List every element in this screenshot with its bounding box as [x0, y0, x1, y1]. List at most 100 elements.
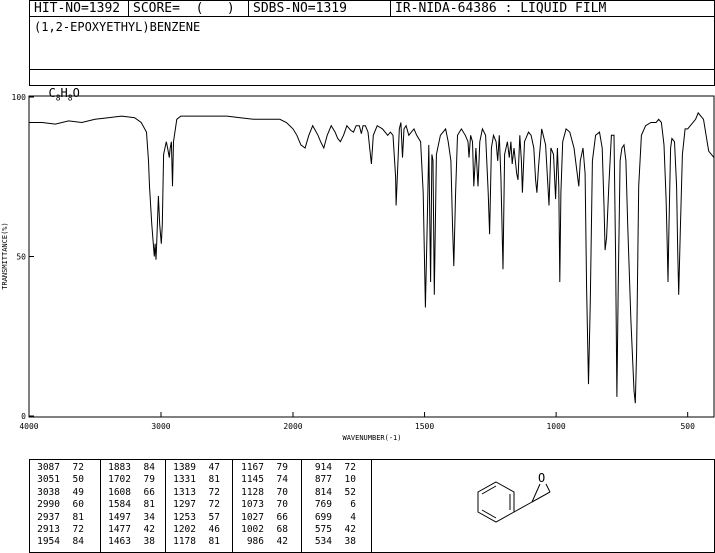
peak-wavenumber: 3087: [37, 462, 60, 473]
peak-wavenumber: 1389: [173, 462, 196, 473]
peak-transmittance: 60: [72, 499, 84, 511]
peak-transmittance: 68: [276, 524, 288, 536]
y-tick-label: 50: [16, 253, 26, 262]
peak-wavenumber: 575: [314, 524, 332, 536]
peak-wavenumber: 699: [314, 511, 332, 523]
peak-transmittance: 4: [350, 511, 356, 523]
oxygen-atom-label: O: [538, 471, 545, 485]
peak-row: 575 42: [304, 524, 356, 536]
peak-wavenumber: 769: [314, 499, 332, 511]
peak-row: 1497 34: [103, 512, 155, 524]
peak-row: 986 42: [236, 536, 288, 548]
x-tick-label: 2000: [283, 422, 302, 431]
peak-transmittance: 72: [208, 499, 220, 511]
peak-transmittance: 52: [344, 486, 356, 498]
peak-wavenumber: 534: [314, 536, 332, 548]
peak-wavenumber: 2937: [37, 511, 60, 523]
peak-wavenumber: 1027: [241, 511, 264, 523]
peak-transmittance: 81: [72, 511, 84, 523]
peak-wavenumber: 1297: [173, 499, 196, 511]
peak-row: 1389 47: [168, 462, 220, 474]
peak-transmittance: 46: [208, 524, 220, 536]
peak-row: 699 4: [304, 512, 356, 524]
peak-row: 1253 57: [168, 512, 220, 524]
peak-row: 814 52: [304, 487, 356, 499]
x-tick-label: 1500: [415, 422, 434, 431]
peak-wavenumber: 1702: [108, 474, 131, 486]
peak-wavenumber: 1497: [108, 511, 131, 523]
peak-table-divider: [100, 459, 101, 552]
peak-row: 1297 72: [168, 499, 220, 511]
peak-transmittance: 49: [72, 486, 84, 498]
peak-row: 1477 42: [103, 524, 155, 536]
styrene-oxide-structure: O: [477, 471, 551, 523]
spectrum-series-line: [29, 111, 715, 404]
peak-table-divider: [301, 459, 302, 552]
peak-transmittance: 72: [344, 462, 356, 473]
peak-transmittance: 84: [143, 462, 155, 473]
peak-row: 1002 68: [236, 524, 288, 536]
peak-wavenumber: 1883: [108, 462, 131, 473]
peak-transmittance: 70: [276, 486, 288, 498]
peak-transmittance: 79: [143, 474, 155, 486]
peak-wavenumber: 1128: [241, 486, 264, 498]
peak-transmittance: 57: [208, 511, 220, 523]
y-axis-label: TRANSMITTANCE(%): [1, 222, 9, 289]
peak-transmittance: 70: [276, 499, 288, 511]
x-axis-label: WAVENUMBER(-1): [342, 434, 401, 442]
peak-table-divider: [165, 459, 166, 552]
peak-row: 769 6: [304, 499, 356, 511]
peak-transmittance: 66: [276, 511, 288, 523]
peak-transmittance: 42: [143, 524, 155, 536]
peak-wavenumber: 1584: [108, 499, 131, 511]
peak-table-column: 1883 84 1702 79 1608 66 1584 81 1497 34 1477 42 1463…: [103, 462, 155, 549]
peak-row: 1027 66: [236, 512, 288, 524]
peak-wavenumber: 2913: [37, 524, 60, 536]
x-tick-label: 3000: [151, 422, 170, 431]
peak-wavenumber: 1313: [173, 486, 196, 498]
peak-wavenumber: 1477: [108, 524, 131, 536]
x-tick-label: 500: [680, 422, 695, 431]
peak-transmittance: 42: [344, 524, 356, 536]
peak-transmittance: 47: [208, 462, 220, 473]
x-axis-ticks: 4000 3000 2000 1500 1000 500: [19, 412, 695, 431]
peak-transmittance: 38: [344, 536, 356, 548]
peak-wavenumber: 986: [246, 536, 264, 548]
peak-row: 1702 79: [103, 474, 155, 486]
peak-row: 2937 81: [32, 512, 84, 524]
peak-wavenumber: 1331: [173, 474, 196, 486]
peak-transmittance: 79: [276, 462, 288, 473]
peak-row: 2990 60: [32, 499, 84, 511]
peak-row: 914 72: [304, 462, 356, 474]
peak-transmittance: 72: [72, 462, 84, 473]
peak-wavenumber: 1954: [37, 536, 60, 548]
peak-row: 1608 66: [103, 487, 155, 499]
peak-row: 877 10: [304, 474, 356, 486]
peak-wavenumber: 1608: [108, 486, 131, 498]
peak-wavenumber: 1463: [108, 536, 131, 548]
peak-table-column: 3087 72 3051 50 3038 49 2990 60 2937 81 2913 72 1954…: [32, 462, 84, 549]
peak-transmittance: 72: [72, 524, 84, 536]
peak-row: 1128 70: [236, 487, 288, 499]
peak-transmittance: 81: [143, 499, 155, 511]
peak-wavenumber: 1167: [241, 462, 264, 473]
peak-transmittance: 50: [72, 474, 84, 486]
peak-transmittance: 74: [276, 474, 288, 486]
peak-transmittance: 81: [208, 474, 220, 486]
peak-wavenumber: 1002: [241, 524, 264, 536]
peak-transmittance: 42: [276, 536, 288, 548]
peak-wavenumber: 914: [314, 462, 332, 473]
peak-row: 1178 81: [168, 536, 220, 548]
peak-wavenumber: 2990: [37, 499, 60, 511]
peak-row: 1073 70: [236, 499, 288, 511]
peak-transmittance: 72: [208, 486, 220, 498]
peak-row: 1954 84: [32, 536, 84, 548]
peak-row: 1145 74: [236, 474, 288, 486]
peak-wavenumber: 877: [314, 474, 332, 486]
peak-transmittance: 66: [143, 486, 155, 498]
peak-wavenumber: 3051: [37, 474, 60, 486]
peak-wavenumber: 1145: [241, 474, 264, 486]
x-tick-label: 1000: [546, 422, 565, 431]
peak-row: 1584 81: [103, 499, 155, 511]
peak-row: 2913 72: [32, 524, 84, 536]
